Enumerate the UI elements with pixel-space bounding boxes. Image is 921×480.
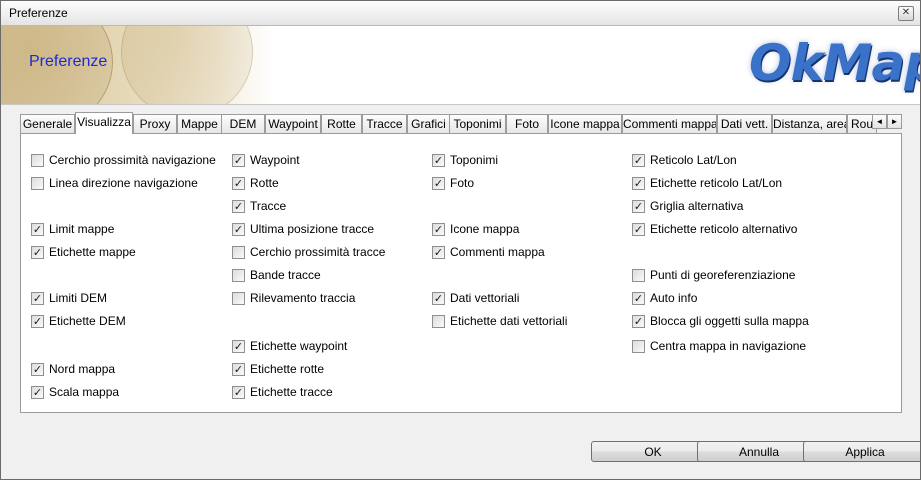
okmap-logo: OkMap — [749, 34, 920, 92]
label-rilevamento-traccia: Rilevamento traccia — [250, 291, 356, 305]
checkbox-scala-mappa[interactable]: ✓ — [31, 386, 44, 399]
checkbox-rotte[interactable]: ✓ — [232, 177, 245, 190]
checkbox-icone-mappa[interactable]: ✓ — [432, 223, 445, 236]
tab-commenti-mappa[interactable]: Commenti mappa — [622, 114, 717, 133]
title-bar: Preferenze ✕ — [1, 1, 920, 26]
label-icone-mappa: Icone mappa — [450, 222, 520, 236]
tab-dem[interactable]: DEM — [221, 114, 265, 133]
checkbox-griglia-alternativa[interactable]: ✓ — [632, 200, 645, 213]
checkbox-blocca-gli-oggetti-sulla-mappa[interactable]: ✓ — [632, 315, 645, 328]
checkbox-ultima-posizione-tracce[interactable]: ✓ — [232, 223, 245, 236]
tab-tracce[interactable]: Tracce — [362, 114, 407, 133]
checkbox-etichette-rotte[interactable]: ✓ — [232, 363, 245, 376]
label-etichette-dem: Etichette DEM — [49, 314, 126, 328]
label-centra-mappa-in-navigazione: Centra mappa in navigazione — [650, 339, 807, 353]
checkbox-punti-di-georeferenziazione[interactable] — [632, 269, 645, 282]
checkbox-foto[interactable]: ✓ — [432, 177, 445, 190]
checkbox-waypoint[interactable]: ✓ — [232, 154, 245, 167]
checkbox-cerchio-prossimita-tracce[interactable] — [232, 246, 245, 259]
label-griglia-alternativa: Griglia alternativa — [650, 199, 744, 213]
header-banner: Preferenze OkMap — [1, 26, 920, 105]
label-limiti-dem: Limiti DEM — [49, 291, 108, 305]
label-foto: Foto — [450, 176, 475, 190]
checkbox-auto-info[interactable]: ✓ — [632, 292, 645, 305]
checkbox-commenti-mappa[interactable]: ✓ — [432, 246, 445, 259]
label-etichette-reticolo-lat-lon: Etichette reticolo Lat/Lon — [650, 176, 783, 190]
tab-proxy[interactable]: Proxy — [133, 114, 177, 133]
label-bande-tracce: Bande tracce — [250, 268, 321, 282]
label-cerchio-prossimita-tracce: Cerchio prossimità tracce — [250, 245, 386, 259]
label-tracce: Tracce — [250, 199, 287, 213]
tab-panel-visualizza: Cerchio prossimità navigazione Linea dire… — [20, 133, 902, 413]
globe-right — [121, 26, 253, 104]
tab-strip: Generale Visualizza Proxy Mappe DEM Waypoint R… — [20, 112, 902, 134]
tab-mappe[interactable]: Mappe — [177, 114, 222, 133]
checkbox-etichette-reticolo-lat-lon[interactable]: ✓ — [632, 177, 645, 190]
tab-distanza-area[interactable]: Distanza, area — [772, 114, 847, 133]
checkbox-etichette-dati-vettoriali[interactable] — [432, 315, 445, 328]
label-etichette-rotte: Etichette rotte — [250, 362, 325, 376]
label-nord-mappa: Nord mappa — [49, 362, 116, 376]
label-limit-mappe: Limit mappe — [49, 222, 115, 236]
checkbox-etichette-waypoint[interactable]: ✓ — [232, 340, 245, 353]
tab-scroll-left-button[interactable]: ◄ — [872, 114, 887, 129]
tab-grafici[interactable]: Grafici — [407, 114, 450, 133]
preferences-dialog: Preferenze ✕ Preferenze OkMap GeneraleVi… — [0, 0, 921, 480]
banner-title: Preferenze — [29, 53, 108, 70]
label-rotte: Rotte — [250, 176, 279, 190]
label-etichette-tracce: Etichette tracce — [250, 385, 333, 399]
label-waypoint: Waypoint — [250, 153, 300, 167]
window-title: Preferenze — [9, 6, 68, 20]
checkbox-cerchio-prossimita-navigazione[interactable] — [31, 154, 44, 167]
tab-rotte[interactable]: Rotte — [321, 114, 362, 133]
checkbox-dati-vettoriali[interactable]: ✓ — [432, 292, 445, 305]
tab-waypoint[interactable]: Waypoint — [265, 114, 321, 133]
close-button[interactable]: ✕ — [898, 6, 914, 21]
tab-visualizza[interactable]: Visualizza — [75, 112, 133, 134]
label-dati-vettoriali: Dati vettoriali — [450, 291, 520, 305]
checkbox-tracce[interactable]: ✓ — [232, 200, 245, 213]
label-etichette-dati-vettoriali: Etichette dati vettoriali — [450, 314, 568, 328]
label-etichette-waypoint: Etichette waypoint — [250, 339, 348, 353]
label-scala-mappa: Scala mappa — [49, 385, 120, 399]
checkbox-etichette-mappe[interactable]: ✓ — [31, 246, 44, 259]
label-auto-info: Auto info — [650, 291, 698, 305]
checkbox-limiti-dem[interactable]: ✓ — [31, 292, 44, 305]
label-cerchio-prossimita-navigazione: Cerchio prossimità navigazione — [49, 153, 216, 167]
tab-foto[interactable]: Foto — [506, 114, 548, 133]
checkbox-bande-tracce[interactable] — [232, 269, 245, 282]
checkbox-limit-mappe[interactable]: ✓ — [31, 223, 44, 236]
checkbox-reticolo-lat-lon[interactable]: ✓ — [632, 154, 645, 167]
label-reticolo-lat-lon: Reticolo Lat/Lon — [650, 153, 737, 167]
checkbox-etichette-reticolo-alternativo[interactable]: ✓ — [632, 223, 645, 236]
tab-toponimi[interactable]: Toponimi — [449, 114, 506, 133]
checkbox-etichette-tracce[interactable]: ✓ — [232, 386, 245, 399]
label-etichette-mappe: Etichette mappe — [49, 245, 136, 259]
label-punti-di-georeferenziazione: Punti di georeferenziazione — [650, 268, 796, 282]
label-linea-direzione-navigazione: Linea direzione navigazione — [49, 176, 198, 190]
checkbox-centra-mappa-in-navigazione[interactable] — [632, 340, 645, 353]
tab-generale[interactable]: Generale — [20, 114, 75, 133]
label-toponimi: Toponimi — [450, 153, 499, 167]
tab-scroll-right-button[interactable]: ► — [887, 114, 902, 129]
tab-icone-mappa[interactable]: Icone mappa — [548, 114, 622, 133]
label-blocca-gli-oggetti-sulla-mappa: Blocca gli oggetti sulla mappa — [650, 314, 809, 328]
checkbox-nord-mappa[interactable]: ✓ — [31, 363, 44, 376]
label-commenti-mappa: Commenti mappa — [450, 245, 545, 259]
label-ultima-posizione-tracce: Ultima posizione tracce — [250, 222, 375, 236]
tab-dati-vett[interactable]: Dati vett. — [717, 114, 772, 133]
label-etichette-reticolo-alternativo: Etichette reticolo alternativo — [650, 222, 798, 236]
checkbox-etichette-dem[interactable]: ✓ — [31, 315, 44, 328]
checkbox-rilevamento-traccia[interactable] — [232, 292, 245, 305]
apply-button[interactable]: Applica — [803, 441, 920, 462]
checkbox-toponimi[interactable]: ✓ — [432, 154, 445, 167]
checkbox-linea-direzione-navigazione[interactable] — [31, 177, 44, 190]
